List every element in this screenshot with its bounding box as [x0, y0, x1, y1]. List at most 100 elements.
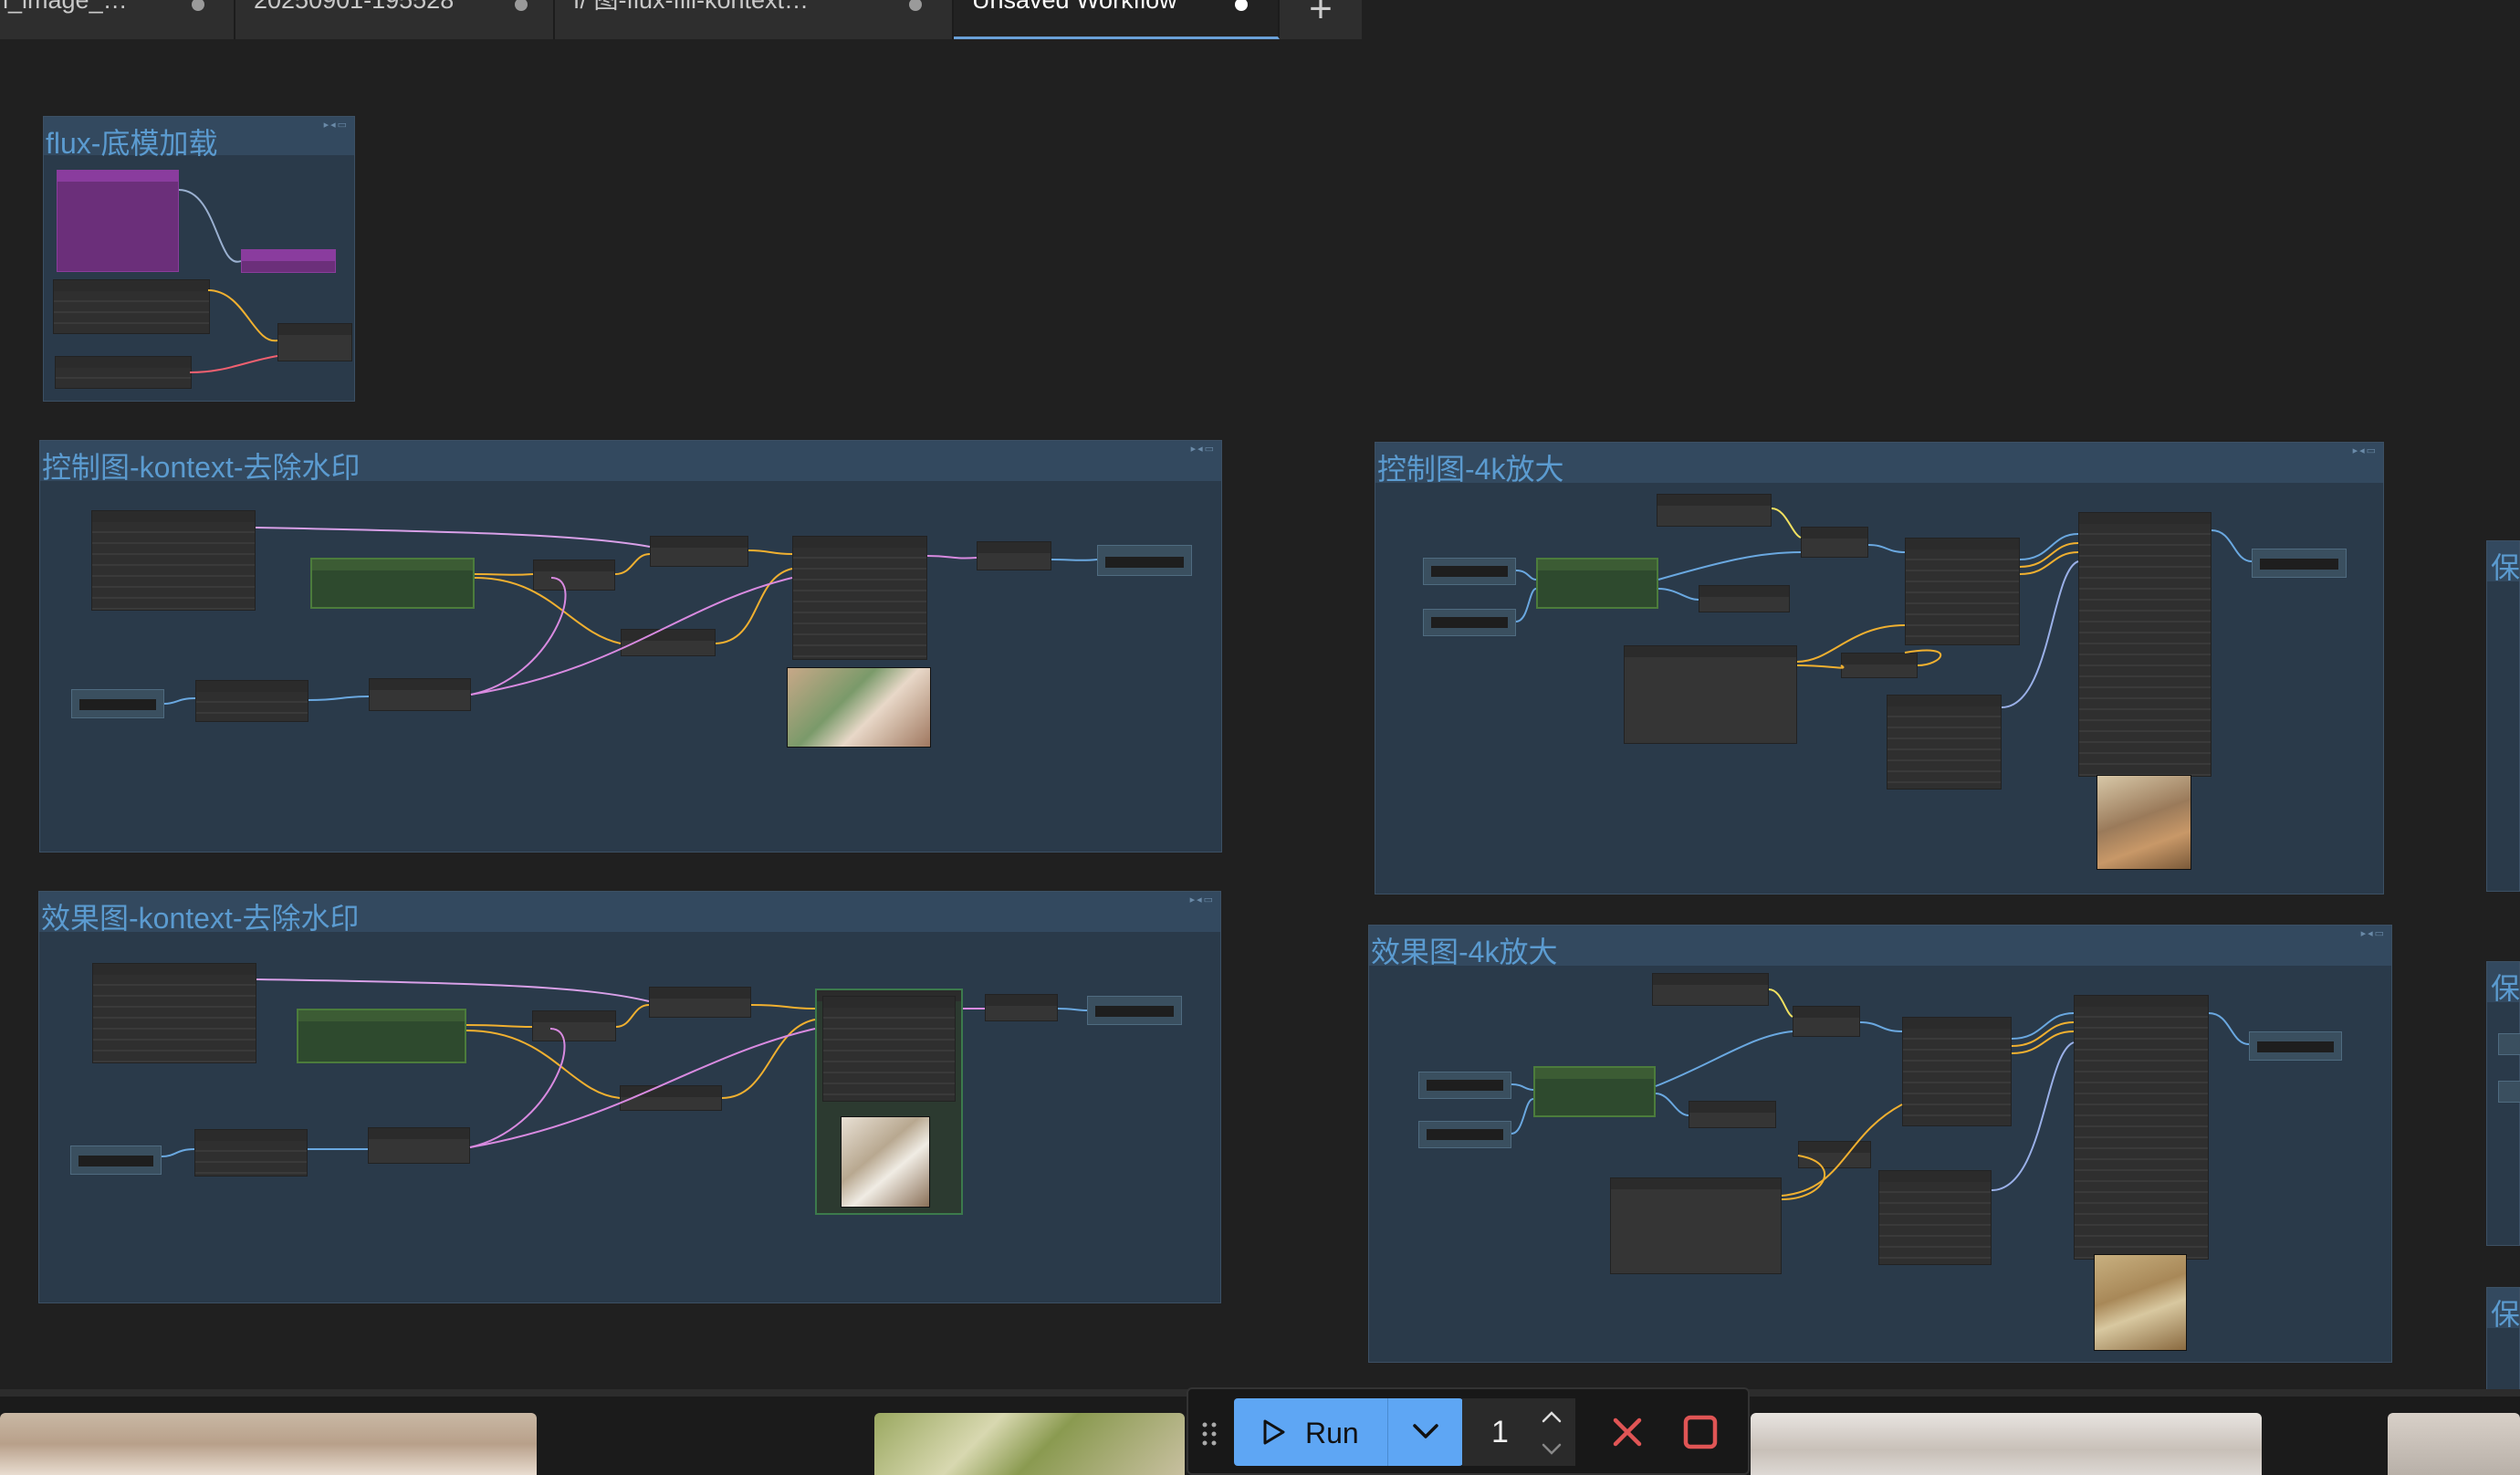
node-stitch[interactable] [369, 678, 471, 711]
queue-thumbnail[interactable] [2388, 1413, 2520, 1475]
node-save-image[interactable] [2252, 549, 2347, 578]
node-encode[interactable] [620, 1085, 722, 1111]
group-partial-3[interactable]: 保 [2486, 1287, 2520, 1397]
node-upscale-model[interactable] [1536, 558, 1658, 609]
group-controls-icon[interactable]: ▸◂▭ [1191, 443, 1216, 455]
chevron-down-icon [1413, 1424, 1438, 1438]
node-encode[interactable] [621, 629, 716, 656]
node-prompt[interactable] [91, 510, 256, 611]
node-load-image[interactable] [1610, 1177, 1782, 1274]
group-title: 效果图-kontext-去除水印 [41, 902, 360, 935]
queue-thumbnail[interactable] [874, 1413, 1185, 1475]
node-scale[interactable] [533, 560, 615, 591]
drag-handle-icon[interactable] [1199, 1420, 1219, 1448]
group-title: 控制图-4k放大 [1377, 453, 1564, 486]
group-controls-icon[interactable]: ▸◂▭ [324, 119, 349, 131]
queue-thumbnail[interactable] [1751, 1413, 2262, 1475]
unsaved-dot-icon[interactable] [1235, 0, 1248, 11]
group-control-kontext-watermark[interactable]: 控制图-kontext-去除水印 ▸◂▭ [39, 440, 1222, 853]
node-resize[interactable] [195, 680, 308, 722]
node-input-a[interactable] [70, 1145, 162, 1175]
node-clip-loader[interactable] [53, 279, 210, 334]
node-cond[interactable] [1801, 527, 1868, 558]
tab-unsaved-workflow[interactable]: Unsaved Workflow [954, 0, 1280, 39]
node-ksampler[interactable] [792, 536, 927, 660]
node-input-b[interactable] [1418, 1121, 1511, 1148]
node-model-output[interactable] [241, 249, 336, 273]
group-title: 保 [2491, 551, 2520, 584]
node-prompt-small[interactable] [1652, 973, 1769, 1006]
node-load-image[interactable] [1624, 645, 1797, 744]
preview-image[interactable] [787, 667, 931, 748]
preview-image[interactable] [2097, 775, 2191, 870]
group-partial-1[interactable]: 保 [2486, 540, 2520, 892]
node-conditioning[interactable] [649, 987, 751, 1018]
group-flux-model-loader[interactable]: flux-底模加载 ▸◂▭ [43, 116, 355, 402]
new-tab-button[interactable]: + [1280, 0, 1362, 39]
group-partial-2[interactable]: 保 [2486, 961, 2520, 1246]
run-options-dropdown[interactable] [1387, 1398, 1463, 1466]
node-prompt[interactable] [92, 963, 256, 1063]
chevron-up-icon[interactable] [1541, 1409, 1563, 1424]
node-resize[interactable] [194, 1129, 308, 1177]
group-effect-4k-upscale[interactable]: 效果图-4k放大 ▸◂▭ [1368, 925, 2392, 1363]
node-input-a[interactable] [1423, 558, 1516, 585]
stop-icon[interactable] [1678, 1409, 1723, 1455]
node-input-b[interactable] [1423, 609, 1516, 636]
group-controls-icon[interactable]: ▸◂▭ [1190, 894, 1215, 905]
node-prompt-small[interactable] [1657, 494, 1772, 527]
unsaved-dot-icon[interactable] [192, 0, 204, 11]
node-vae[interactable] [1689, 1101, 1776, 1128]
node-save-image[interactable] [1097, 545, 1192, 576]
node-ultimate-upscale[interactable] [2074, 995, 2209, 1260]
node-save-image[interactable] [2249, 1031, 2342, 1061]
tab-label: n_image_… [0, 0, 128, 14]
queue-thumbnail[interactable] [0, 1413, 537, 1475]
batch-count-value[interactable]: 1 [1491, 1415, 1509, 1450]
node-partial[interactable] [2498, 1081, 2520, 1103]
tab-workflow-1[interactable]: n_image_… [0, 0, 235, 39]
group-title: flux-底模加载 [46, 127, 218, 160]
node-size[interactable] [1798, 1141, 1871, 1168]
tab-workflow-3[interactable]: f/ 图-flux-fill-kontext… [555, 0, 954, 39]
node-upscale-settings[interactable] [1878, 1170, 1992, 1265]
run-button[interactable]: Run [1234, 1398, 1387, 1466]
node-ksampler-widgets[interactable] [822, 996, 956, 1102]
node-stitch[interactable] [368, 1127, 470, 1164]
close-icon[interactable] [1605, 1409, 1650, 1455]
node-load-image[interactable] [297, 1009, 466, 1063]
node-conditioning[interactable] [650, 536, 748, 567]
node-tile[interactable] [1905, 538, 2020, 645]
node-vae[interactable] [1699, 585, 1790, 612]
node-input-a[interactable] [1418, 1072, 1511, 1099]
run-toolbar: Run 1 [1187, 1387, 1750, 1475]
node-input-a[interactable] [71, 689, 164, 718]
node-vae-decode[interactable] [985, 994, 1058, 1021]
preview-image[interactable] [841, 1116, 930, 1208]
node-ultimate-upscale[interactable] [2078, 512, 2212, 777]
node-vae-decode[interactable] [977, 541, 1051, 570]
tab-workflow-2[interactable]: 20250901-195528 [235, 0, 555, 39]
node-model-loader[interactable] [57, 170, 179, 272]
node-partial[interactable] [2498, 1033, 2520, 1055]
group-effect-kontext-watermark[interactable]: 效果图-kontext-去除水印 ▸◂▭ [38, 891, 1221, 1303]
node-size[interactable] [1841, 653, 1918, 678]
unsaved-dot-icon[interactable] [909, 0, 922, 11]
node-upscale-settings[interactable] [1887, 695, 2002, 790]
wires [1511, 989, 2250, 1200]
node-load-image[interactable] [310, 558, 475, 609]
node-vae-loader[interactable] [55, 356, 192, 389]
node-save-image[interactable] [1087, 996, 1182, 1025]
node-cond[interactable] [1793, 1006, 1860, 1037]
unsaved-dot-icon[interactable] [515, 0, 528, 11]
chevron-down-icon[interactable] [1541, 1442, 1563, 1457]
node-guidance[interactable] [277, 323, 352, 361]
node-tile[interactable] [1902, 1017, 2012, 1126]
batch-count-stepper[interactable]: 1 [1462, 1398, 1575, 1466]
group-controls-icon[interactable]: ▸◂▭ [2353, 445, 2378, 456]
group-control-4k-upscale[interactable]: 控制图-4k放大 ▸◂▭ [1375, 442, 2384, 894]
node-upscale-model[interactable] [1533, 1066, 1656, 1117]
preview-image[interactable] [2094, 1254, 2187, 1351]
node-scale[interactable] [532, 1010, 616, 1041]
group-controls-icon[interactable]: ▸◂▭ [2361, 927, 2386, 939]
